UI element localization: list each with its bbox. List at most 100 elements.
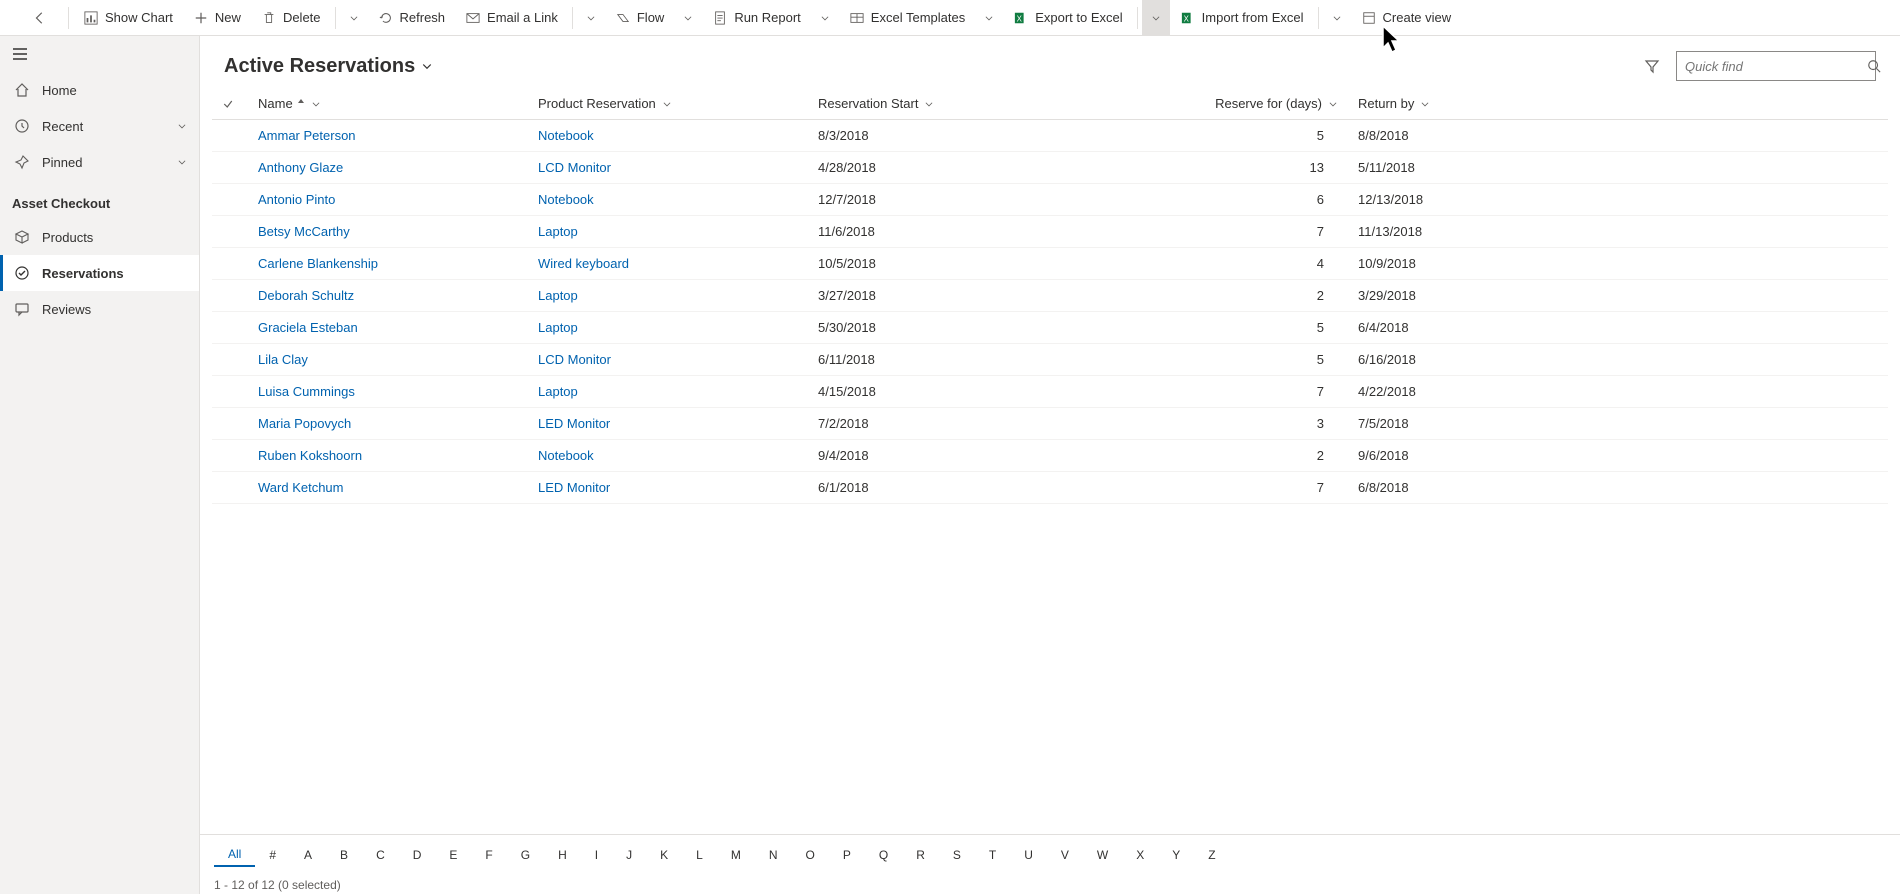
table-row[interactable]: Betsy McCarthyLaptop11/6/2018711/13/2018 <box>212 216 1888 248</box>
quick-find-input[interactable] <box>1685 59 1863 74</box>
alpha-item[interactable]: M <box>717 844 755 866</box>
cell-name[interactable]: Luisa Cummings <box>248 376 528 408</box>
alpha-item[interactable]: H <box>544 844 581 866</box>
row-select[interactable] <box>212 312 248 344</box>
table-row[interactable]: Luisa CummingsLaptop4/15/201874/22/2018 <box>212 376 1888 408</box>
nav-reviews[interactable]: Reviews <box>0 291 199 327</box>
cell-name[interactable]: Graciela Esteban <box>248 312 528 344</box>
cell-name[interactable]: Antonio Pinto <box>248 184 528 216</box>
cell-product[interactable]: Notebook <box>528 184 808 216</box>
table-row[interactable]: Lila ClayLCD Monitor6/11/201856/16/2018 <box>212 344 1888 376</box>
alpha-item[interactable]: R <box>902 844 939 866</box>
alpha-item[interactable]: J <box>612 844 646 866</box>
back-button[interactable] <box>22 0 64 35</box>
flow-dropdown[interactable] <box>674 0 702 35</box>
row-select[interactable] <box>212 152 248 184</box>
run-report-dropdown[interactable] <box>811 0 839 35</box>
alpha-item[interactable]: All <box>214 843 255 867</box>
cell-product[interactable]: Laptop <box>528 216 808 248</box>
table-row[interactable]: Ammar PetersonNotebook8/3/201858/8/2018 <box>212 120 1888 152</box>
cell-name[interactable]: Deborah Schultz <box>248 280 528 312</box>
delete-button[interactable]: Delete <box>251 0 331 35</box>
table-row[interactable]: Ruben KokshoornNotebook9/4/201829/6/2018 <box>212 440 1888 472</box>
import-excel-dropdown[interactable] <box>1323 0 1351 35</box>
cell-name[interactable]: Carlene Blankenship <box>248 248 528 280</box>
row-select[interactable] <box>212 280 248 312</box>
excel-templates-button[interactable]: Excel Templates <box>839 0 975 35</box>
alpha-item[interactable]: K <box>646 844 682 866</box>
cell-product[interactable]: LCD Monitor <box>528 344 808 376</box>
cell-name[interactable]: Ammar Peterson <box>248 120 528 152</box>
alpha-item[interactable]: A <box>290 844 326 866</box>
delete-dropdown[interactable] <box>340 0 368 35</box>
email-link-button[interactable]: Email a Link <box>455 0 568 35</box>
alpha-item[interactable]: E <box>435 844 471 866</box>
cell-name[interactable]: Ruben Kokshoorn <box>248 440 528 472</box>
alpha-item[interactable]: G <box>507 844 544 866</box>
alpha-item[interactable]: F <box>471 844 506 866</box>
cell-product[interactable]: Notebook <box>528 120 808 152</box>
cell-product[interactable]: Laptop <box>528 376 808 408</box>
cell-name[interactable]: Betsy McCarthy <box>248 216 528 248</box>
row-select[interactable] <box>212 376 248 408</box>
row-select[interactable] <box>212 408 248 440</box>
cell-product[interactable]: LCD Monitor <box>528 152 808 184</box>
row-select[interactable] <box>212 184 248 216</box>
table-row[interactable]: Deborah SchultzLaptop3/27/201823/29/2018 <box>212 280 1888 312</box>
create-view-button[interactable]: Create view <box>1351 0 1462 35</box>
alpha-item[interactable]: S <box>939 844 975 866</box>
cell-product[interactable]: Laptop <box>528 280 808 312</box>
nav-reservations[interactable]: Reservations <box>0 255 199 291</box>
cell-product[interactable]: Laptop <box>528 312 808 344</box>
alpha-item[interactable]: I <box>581 844 612 866</box>
nav-home[interactable]: Home <box>0 72 199 108</box>
export-excel-dropdown[interactable] <box>1142 0 1170 35</box>
row-select[interactable] <box>212 472 248 504</box>
row-select[interactable] <box>212 440 248 472</box>
cell-product[interactable]: Notebook <box>528 440 808 472</box>
table-row[interactable]: Anthony GlazeLCD Monitor4/28/2018135/11/… <box>212 152 1888 184</box>
email-link-dropdown[interactable] <box>577 0 605 35</box>
alpha-item[interactable]: D <box>399 844 436 866</box>
table-row[interactable]: Carlene BlankenshipWired keyboard10/5/20… <box>212 248 1888 280</box>
cell-name[interactable]: Maria Popovych <box>248 408 528 440</box>
alpha-item[interactable]: Z <box>1194 844 1229 866</box>
table-row[interactable]: Graciela EstebanLaptop5/30/201856/4/2018 <box>212 312 1888 344</box>
quick-find-search[interactable] <box>1676 51 1876 81</box>
flow-button[interactable]: Flow <box>605 0 674 35</box>
alpha-item[interactable]: P <box>829 844 865 866</box>
col-header-name[interactable]: Name <box>248 88 528 120</box>
hamburger-button[interactable] <box>0 36 199 72</box>
cell-name[interactable]: Ward Ketchum <box>248 472 528 504</box>
alpha-item[interactable]: N <box>755 844 792 866</box>
cell-name[interactable]: Anthony Glaze <box>248 152 528 184</box>
alpha-item[interactable]: T <box>975 844 1010 866</box>
export-excel-button[interactable]: X Export to Excel <box>1003 0 1132 35</box>
show-chart-button[interactable]: Show Chart <box>73 0 183 35</box>
import-excel-button[interactable]: X Import from Excel <box>1170 0 1314 35</box>
table-row[interactable]: Ward KetchumLED Monitor6/1/201876/8/2018 <box>212 472 1888 504</box>
excel-templates-dropdown[interactable] <box>975 0 1003 35</box>
refresh-button[interactable]: Refresh <box>368 0 456 35</box>
alpha-item[interactable]: B <box>326 844 362 866</box>
row-select[interactable] <box>212 120 248 152</box>
view-title-dropdown[interactable]: Active Reservations <box>224 55 433 78</box>
table-row[interactable]: Maria PopovychLED Monitor7/2/201837/5/20… <box>212 408 1888 440</box>
cell-product[interactable]: LED Monitor <box>528 408 808 440</box>
col-header-return[interactable]: Return by <box>1348 88 1888 120</box>
cell-product[interactable]: Wired keyboard <box>528 248 808 280</box>
cell-product[interactable]: LED Monitor <box>528 472 808 504</box>
nav-products[interactable]: Products <box>0 219 199 255</box>
nav-pinned[interactable]: Pinned <box>0 144 199 180</box>
filter-button[interactable] <box>1636 50 1668 82</box>
select-all-header[interactable] <box>212 88 248 120</box>
new-button[interactable]: New <box>183 0 251 35</box>
alpha-item[interactable]: X <box>1122 844 1158 866</box>
alpha-item[interactable]: L <box>682 844 717 866</box>
alpha-item[interactable]: O <box>792 844 829 866</box>
row-select[interactable] <box>212 248 248 280</box>
row-select[interactable] <box>212 216 248 248</box>
alpha-item[interactable]: W <box>1083 844 1122 866</box>
alpha-item[interactable]: Y <box>1158 844 1194 866</box>
alpha-item[interactable]: V <box>1047 844 1083 866</box>
